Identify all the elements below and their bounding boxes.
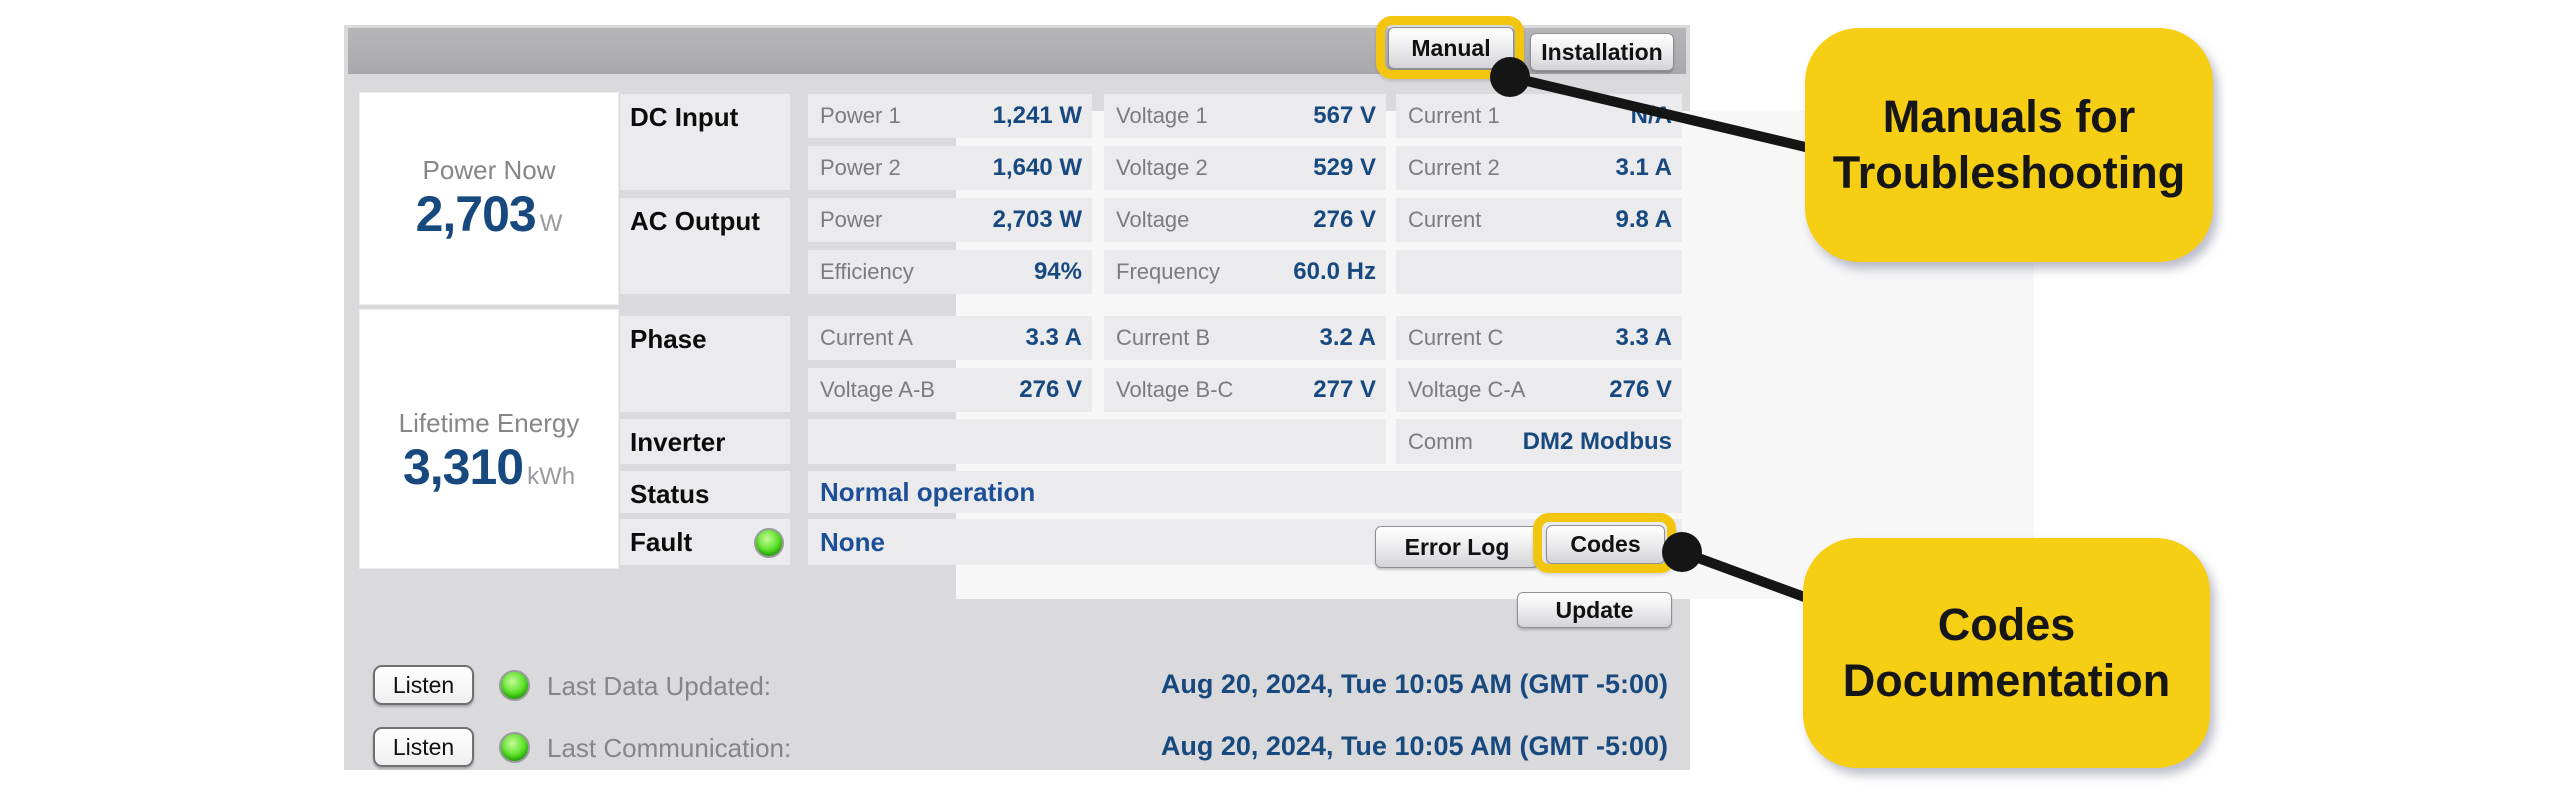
table-cell: Voltage C-A 276 V — [1396, 368, 1682, 412]
table-cell: Voltage 2 529 V — [1104, 146, 1386, 190]
last-communication-label: Last Communication: — [547, 733, 792, 763]
cell-label: Voltage — [1116, 207, 1190, 232]
power-now-value: 2,703 — [415, 186, 537, 242]
group-status: Status — [620, 471, 790, 513]
table-cell-comm: Comm DM2 Modbus — [1396, 419, 1682, 464]
callout-text: Codes — [1937, 599, 2076, 650]
table-cell: Current 1 N/A — [1396, 94, 1682, 138]
group-label: Phase — [630, 324, 707, 354]
cell-value: 567 V — [1313, 102, 1376, 129]
cell-value: 3.2 A — [1319, 324, 1376, 351]
error-log-button[interactable]: Error Log — [1375, 526, 1539, 568]
cell-value: 9.8 A — [1615, 206, 1672, 233]
cell-label: Current — [1408, 207, 1482, 232]
power-now-unit: W — [539, 210, 563, 237]
last-data-updated-timestamp: Aug 20, 2024, Tue 10:05 AM (GMT -5:00) — [1160, 669, 1668, 699]
cell-label: Current 1 — [1408, 103, 1500, 128]
cell-label: Current C — [1408, 325, 1504, 350]
table-cell-empty — [808, 419, 1386, 464]
group-label: Fault — [630, 527, 693, 557]
cell-value: 276 V — [1313, 206, 1376, 233]
callout-text: Documentation — [1842, 655, 2171, 706]
cell-label: Frequency — [1116, 259, 1220, 284]
cell-label: Voltage 1 — [1116, 103, 1208, 128]
lifetime-energy-label: Lifetime Energy — [398, 408, 580, 438]
table-cell: Voltage 276 V — [1104, 198, 1386, 242]
manuals-callout: Manuals for Troubleshooting — [1805, 28, 2213, 262]
last-communication-timestamp: Aug 20, 2024, Tue 10:05 AM (GMT -5:00) — [1160, 731, 1668, 761]
table-cell: Power 2,703 W — [808, 198, 1092, 242]
lifetime-energy-unit: kWh — [527, 463, 576, 490]
cell-value: 276 V — [1609, 376, 1672, 403]
fault-value: None — [820, 526, 885, 557]
table-cell-empty — [1396, 250, 1682, 294]
table-cell: Power 2 1,640 W — [808, 146, 1092, 190]
inverter-monitor-screen: Manual Installation Power Now 2,703 W Li… — [0, 0, 2552, 808]
table-cell: Current C 3.3 A — [1396, 316, 1682, 360]
lifetime-energy-box: Lifetime Energy 3,310 kWh — [359, 309, 619, 569]
data-updated-led — [499, 670, 530, 701]
cell-label: Voltage C-A — [1408, 377, 1526, 402]
callout-text: Manuals for — [1882, 91, 2136, 142]
cell-value: 3.1 A — [1615, 154, 1672, 181]
callout-text: Troubleshooting — [1832, 147, 2186, 198]
cell-label: Power — [820, 207, 883, 232]
codes-highlight-ring — [1533, 513, 1676, 573]
cell-value: 1,640 W — [992, 154, 1082, 181]
cell-value: 60.0 Hz — [1293, 258, 1376, 285]
power-now-label: Power Now — [422, 155, 556, 185]
cell-label: Current A — [820, 325, 913, 350]
table-cell: Current 9.8 A — [1396, 198, 1682, 242]
table-cell: Current 2 3.1 A — [1396, 146, 1682, 190]
group-label: AC Output — [630, 206, 760, 236]
update-button[interactable]: Update — [1517, 592, 1672, 628]
cell-label: Current B — [1116, 325, 1211, 350]
cell-label: Power 2 — [820, 155, 901, 180]
group-label: Status — [630, 479, 710, 509]
power-now-box: Power Now 2,703 W — [359, 92, 619, 305]
installation-button[interactable]: Installation — [1530, 33, 1674, 71]
table-cell: Efficiency 94% — [808, 250, 1092, 294]
group-phase: Phase — [620, 316, 790, 412]
cell-value: 94% — [1033, 258, 1082, 285]
cell-value: 277 V — [1313, 376, 1376, 403]
cell-value: 3.3 A — [1025, 324, 1082, 351]
table-cell: Power 1 1,241 W — [808, 94, 1092, 138]
group-inverter: Inverter — [620, 419, 790, 464]
cell-value: N/A — [1630, 102, 1672, 129]
listen-button-data[interactable]: Listen — [373, 665, 474, 705]
cell-label: Voltage 2 — [1116, 155, 1208, 180]
codes-callout: Codes Documentation — [1803, 538, 2210, 768]
cell-label: Voltage B-C — [1116, 377, 1234, 402]
table-cell: Voltage A-B 276 V — [808, 368, 1092, 412]
lifetime-energy-value: 3,310 — [402, 439, 524, 495]
group-ac-output: AC Output — [620, 198, 790, 294]
cell-label: Comm — [1408, 428, 1473, 454]
status-value: Normal operation — [820, 476, 1036, 507]
status-row: Normal operation — [808, 471, 1682, 513]
fault-status-led — [754, 528, 784, 558]
communication-led — [499, 732, 530, 763]
cell-value: DM2 Modbus — [1522, 427, 1672, 455]
last-data-updated-label: Last Data Updated: — [547, 671, 772, 701]
cell-label: Power 1 — [820, 103, 901, 128]
cell-value: 3.3 A — [1615, 324, 1672, 351]
manual-highlight-ring — [1376, 16, 1524, 79]
cell-value: 276 V — [1019, 376, 1082, 403]
group-dc-input: DC Input — [620, 94, 790, 190]
cell-label: Efficiency — [820, 259, 914, 284]
cell-value: 2,703 W — [992, 206, 1082, 233]
table-cell: Voltage B-C 277 V — [1104, 368, 1386, 412]
group-label: DC Input — [630, 102, 739, 132]
cell-label: Current 2 — [1408, 155, 1500, 180]
cell-value: 529 V — [1313, 154, 1376, 181]
cell-label: Voltage A-B — [820, 377, 935, 402]
listen-button-comm[interactable]: Listen — [373, 727, 474, 767]
table-cell: Current B 3.2 A — [1104, 316, 1386, 360]
table-cell: Current A 3.3 A — [808, 316, 1092, 360]
table-cell: Voltage 1 567 V — [1104, 94, 1386, 138]
table-cell: Frequency 60.0 Hz — [1104, 250, 1386, 294]
group-label: Inverter — [630, 427, 726, 457]
cell-value: 1,241 W — [992, 102, 1082, 129]
